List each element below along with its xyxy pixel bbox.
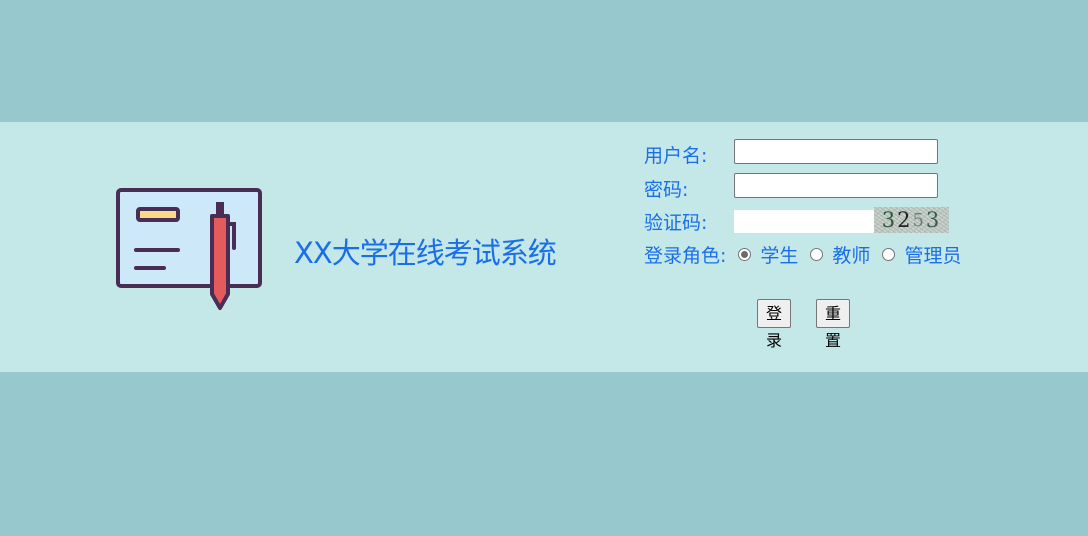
reset-button[interactable]: 重置 (816, 299, 851, 350)
captcha-digit: 2 (897, 208, 913, 232)
login-button[interactable]: 登录 (757, 299, 792, 350)
username-input[interactable] (734, 139, 938, 164)
role-admin-label[interactable]: 管理员 (904, 241, 961, 268)
exam-logo-icon (116, 188, 262, 310)
captcha-image[interactable]: 3 2 5 3 (874, 207, 949, 233)
captcha-input[interactable] (734, 210, 874, 233)
role-radio-student[interactable] (738, 247, 752, 261)
password-input[interactable] (734, 173, 938, 198)
role-label: 登录角色: (644, 244, 727, 267)
username-label: 用户名: (644, 144, 708, 167)
role-radio-teacher[interactable] (810, 247, 824, 261)
captcha-digit: 3 (881, 208, 898, 232)
role-teacher-label[interactable]: 教师 (832, 241, 870, 268)
role-radio-admin[interactable] (882, 247, 896, 261)
role-student-label[interactable]: 学生 (760, 241, 798, 268)
page-title: XX大学在线考试系统 (294, 236, 557, 270)
captcha-digit: 5 (912, 209, 926, 231)
password-label: 密码: (644, 178, 689, 201)
captcha-label: 验证码: (644, 211, 708, 234)
captcha-digit: 3 (925, 208, 942, 232)
